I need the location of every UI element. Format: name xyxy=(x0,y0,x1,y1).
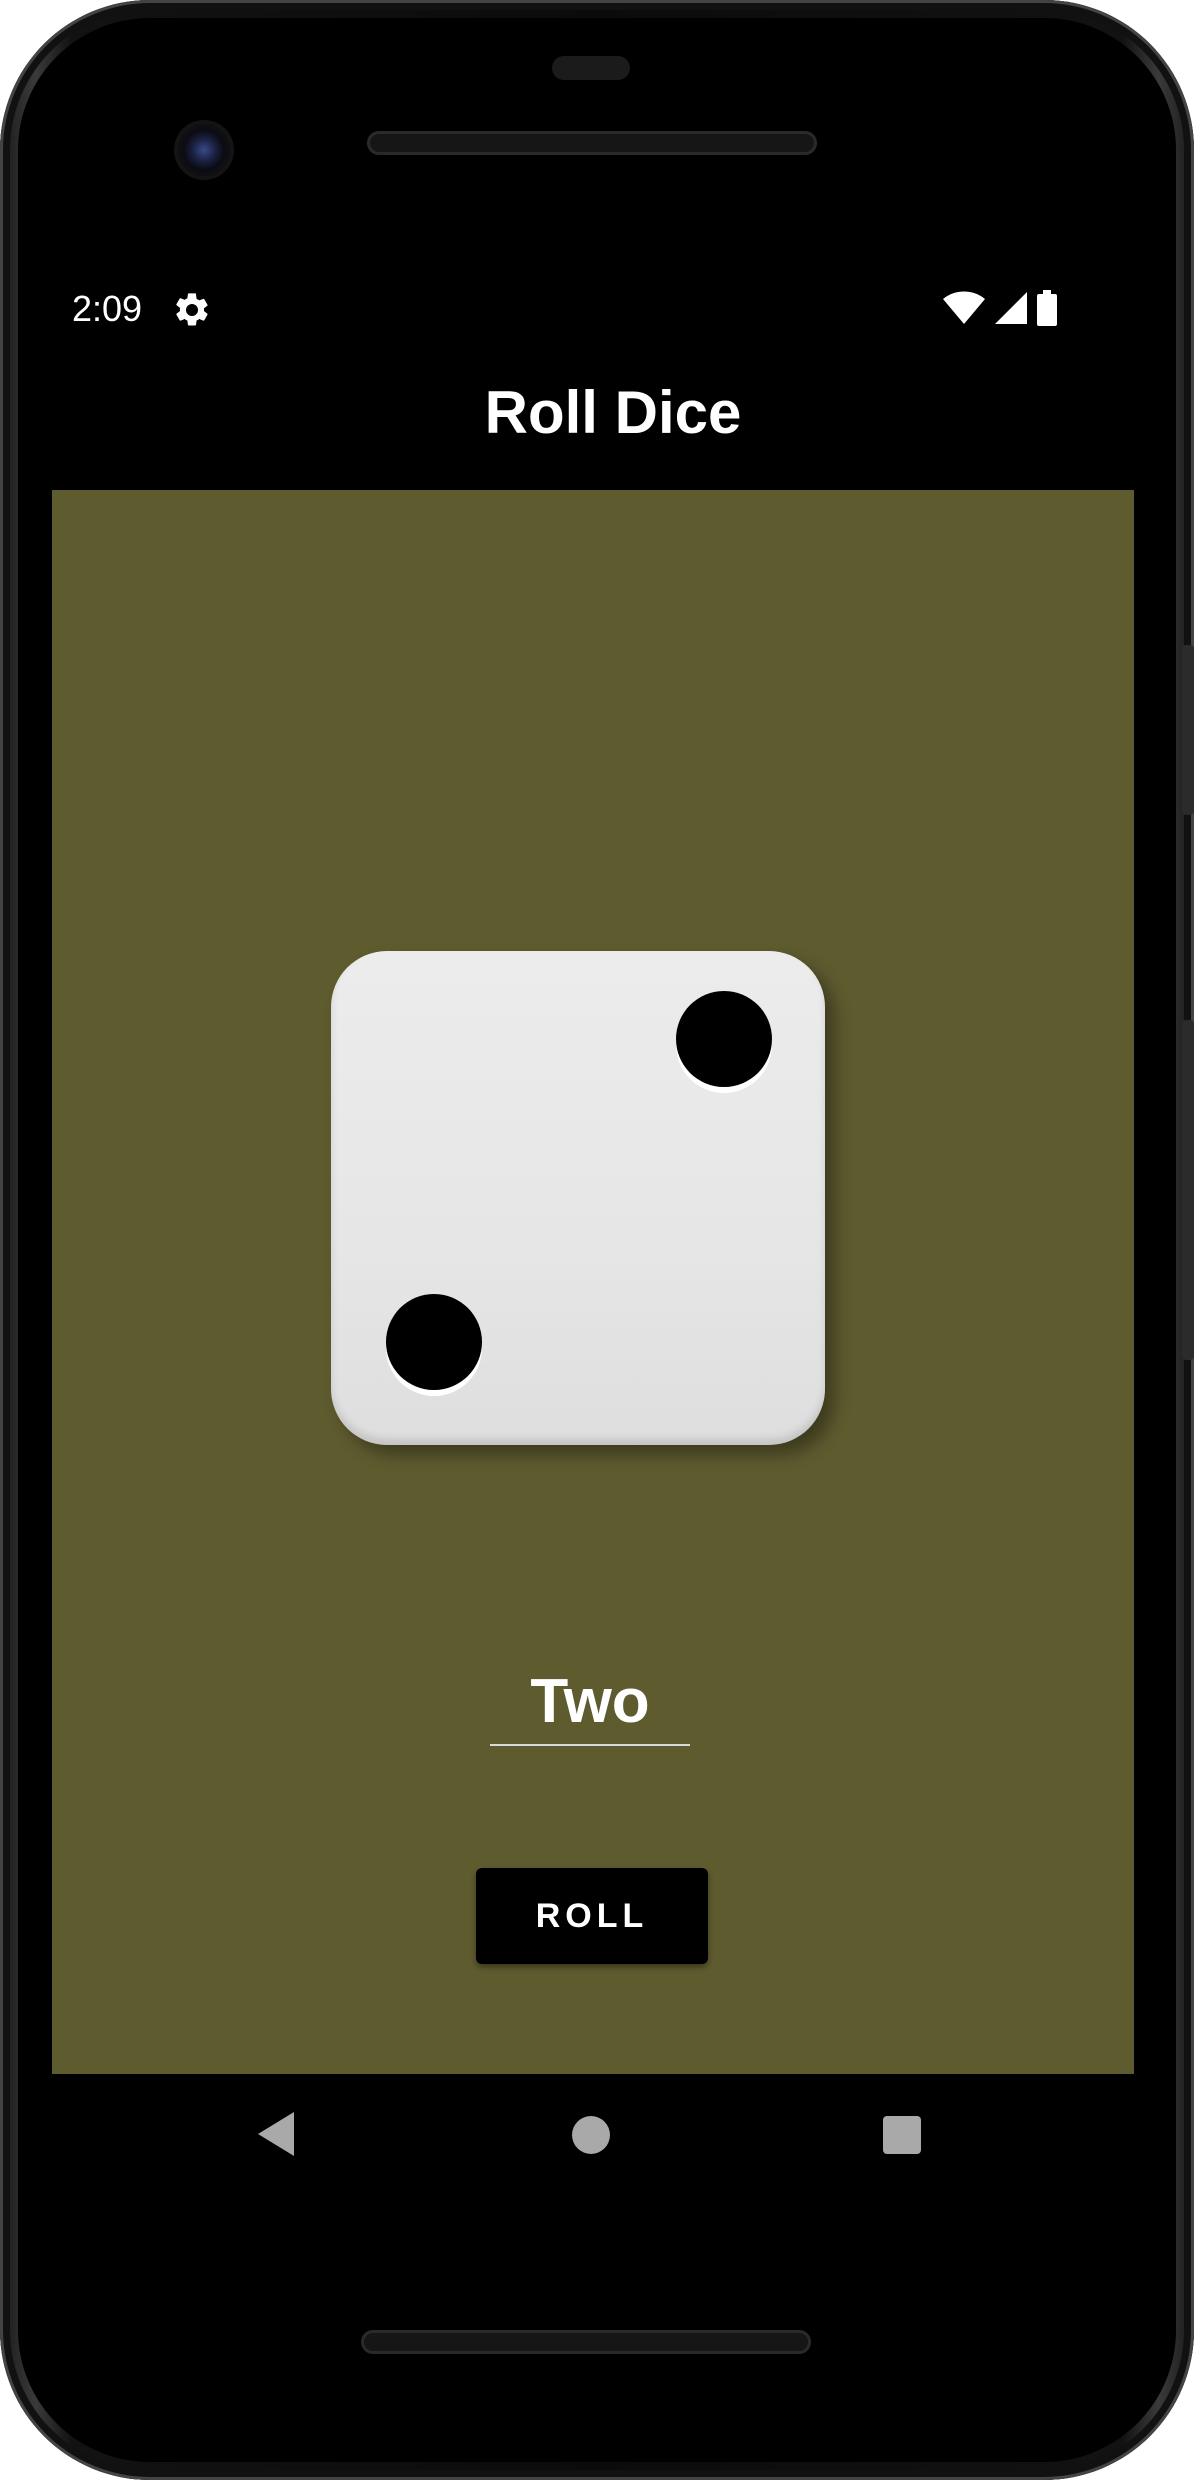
page-title: Roll Dice xyxy=(484,379,742,446)
volume-button xyxy=(1182,1020,1194,1360)
status-time: 2:09 xyxy=(72,288,143,329)
top-speaker-grille xyxy=(367,131,817,155)
result-field: Two xyxy=(490,1660,690,1746)
die-pip xyxy=(386,1294,482,1390)
bottom-speaker-grille xyxy=(361,2330,811,2354)
front-camera xyxy=(178,124,230,176)
die-pip xyxy=(676,991,772,1087)
phone-frame: 2:09 Roll Dice Two ROLL xyxy=(0,0,1194,2480)
battery-icon xyxy=(1036,289,1058,331)
power-button xyxy=(1182,645,1194,815)
dice-content-area: Two ROLL xyxy=(52,490,1134,2074)
roll-button[interactable]: ROLL xyxy=(476,1868,708,1964)
gear-icon xyxy=(172,290,212,330)
signal-icon xyxy=(994,291,1028,330)
earpiece xyxy=(552,56,630,80)
wifi-icon xyxy=(942,291,986,330)
back-triangle-icon[interactable] xyxy=(256,2110,296,2158)
recents-square-icon[interactable] xyxy=(883,2116,921,2154)
result-text: Two xyxy=(530,1667,650,1736)
dice-image xyxy=(331,951,825,1445)
home-circle-icon[interactable] xyxy=(572,2116,610,2154)
status-icons xyxy=(942,289,1058,331)
